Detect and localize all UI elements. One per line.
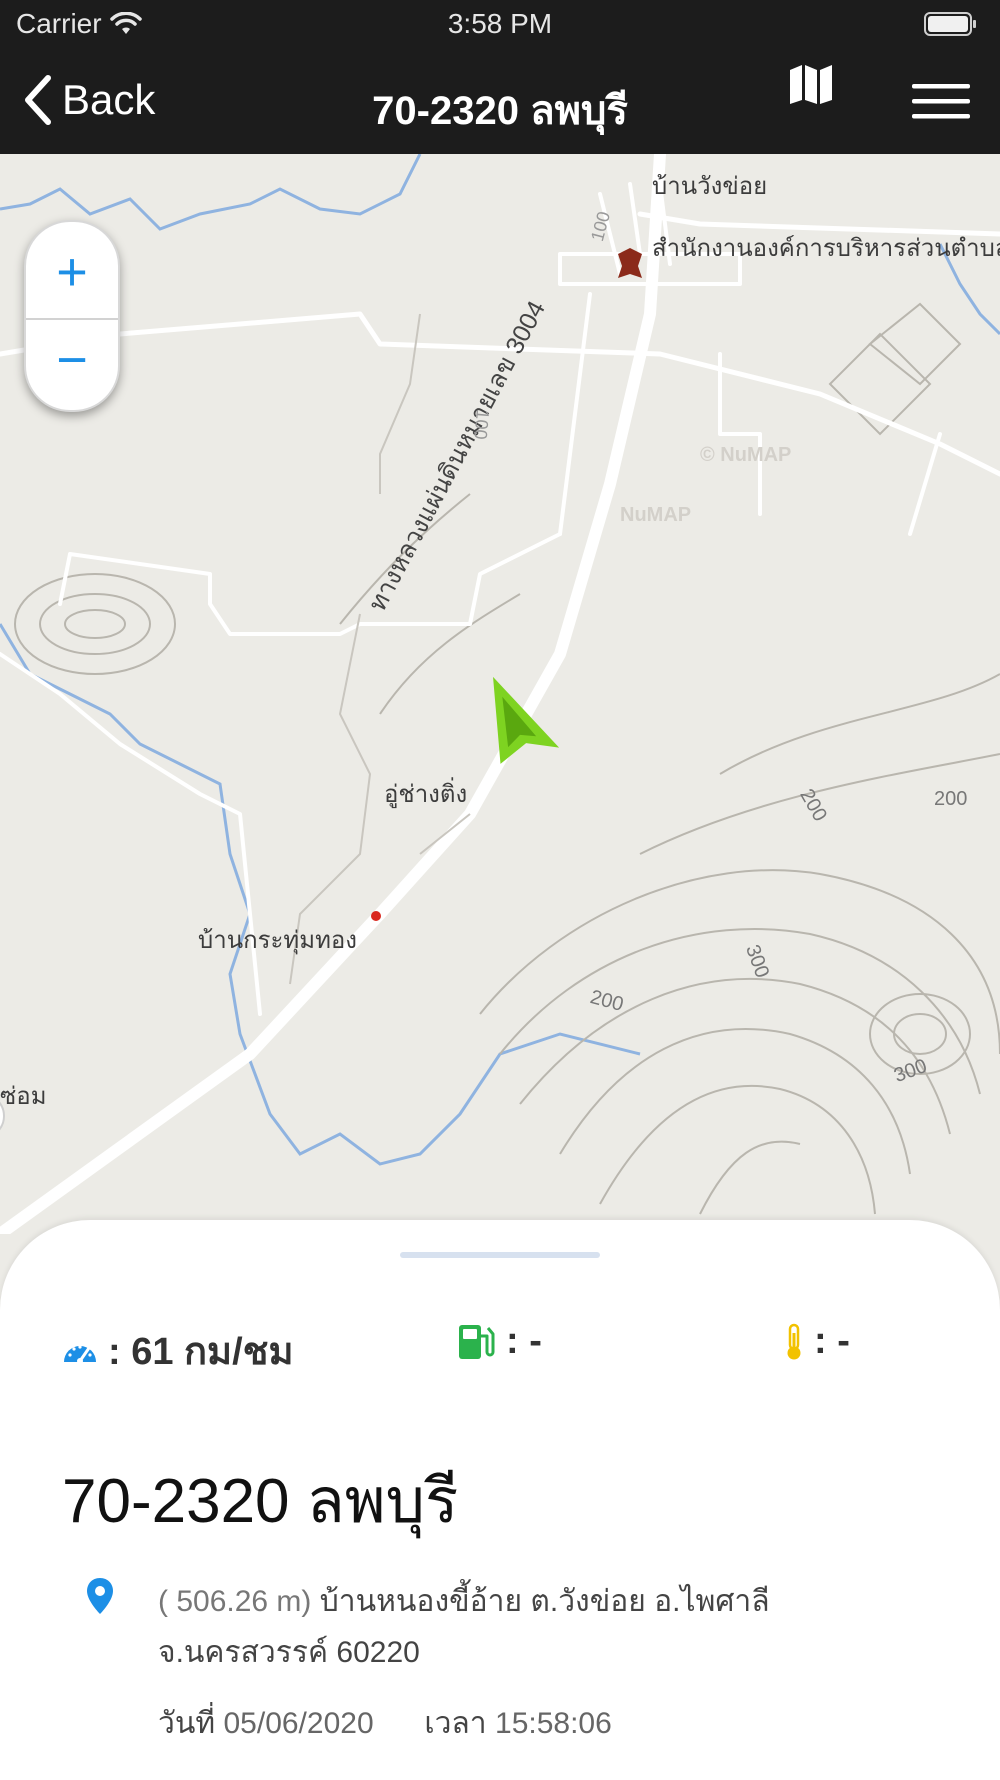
map-label-garage: อู่ช่างติ่ง [384,781,468,808]
hamburger-menu-icon [912,84,970,119]
menu-button[interactable] [910,82,972,122]
zoom-control: + − [24,220,120,412]
map-view[interactable]: บ้านวังข่อย สำนักงานองค์การบริหารส่วนตำบ… [0,154,1000,1234]
status-time: 3:58 PM [447,8,553,39]
fuel-value: : - [506,1320,542,1362]
map-canvas [0,154,1000,1234]
fuel-pump-icon [459,1324,495,1359]
carrier-label: Carrier [16,8,102,39]
temperature-value: : - [814,1320,850,1362]
map-watermark: © NuMAP [700,444,792,466]
status-carrier: Carrier [16,8,142,40]
speed-stat: : 61 กม/ชม [62,1320,294,1381]
distance-value: ( 506.26 m) [158,1585,312,1618]
speedometer-icon [64,1344,96,1364]
government-office-marker [618,248,642,278]
chevron-left-icon [25,75,51,125]
zoom-out-button[interactable]: − [26,314,118,406]
vehicle-name: 70-2320 ลพบุรี [62,1467,459,1536]
time-value: 15:58:06 [495,1707,612,1740]
thermometer-icon [787,1323,801,1359]
zoom-in-button[interactable]: + [26,226,118,320]
vehicle-info-sheet: : 61 กม/ชม : - : - 70-2320 ลพบุรี ( 506.… [0,1220,1000,1780]
map-watermark-2: NuMAP [620,504,692,526]
map-label-village-wang-khoi: บ้านวังข่อย [652,173,768,200]
map-view-button[interactable] [786,62,836,106]
map-label-village-krathum-thong: บ้านกระทุ่มทอง [198,927,358,954]
contour-label: 200 [934,788,968,810]
datetime-row: วันที่ 05/06/2020 เวลา 15:58:06 [158,1700,612,1747]
top-bar: Carrier 3:58 PM Back 70-2320 ลพบุรี [0,0,1000,154]
date-label: วันที่ [158,1707,216,1740]
road-km-label: 100 [470,408,493,441]
sheet-drag-handle[interactable] [400,1252,600,1258]
battery-icon [924,12,976,36]
speed-value: : 61 กม/ชม [108,1331,294,1373]
back-button[interactable]: Back [22,74,155,126]
time-label: เวลา [424,1707,487,1740]
location-pin-icon [87,1578,113,1614]
temperature-stat: : - [784,1320,850,1363]
map-label-sao-office: สำนักงานองค์การบริหารส่วนตำบล [652,235,1000,262]
map-icon [790,65,832,104]
fuel-stat: : - [456,1320,542,1363]
wifi-icon [109,12,142,34]
back-label: Back [62,76,156,123]
address-text: ( 506.26 m) บ้านหนองขี้อ้าย ต.วังข่อย อ.… [158,1576,918,1678]
date-value: 05/06/2020 [223,1707,374,1740]
map-label-cut: ซ่อม [0,1083,47,1110]
garage-marker [371,911,381,921]
